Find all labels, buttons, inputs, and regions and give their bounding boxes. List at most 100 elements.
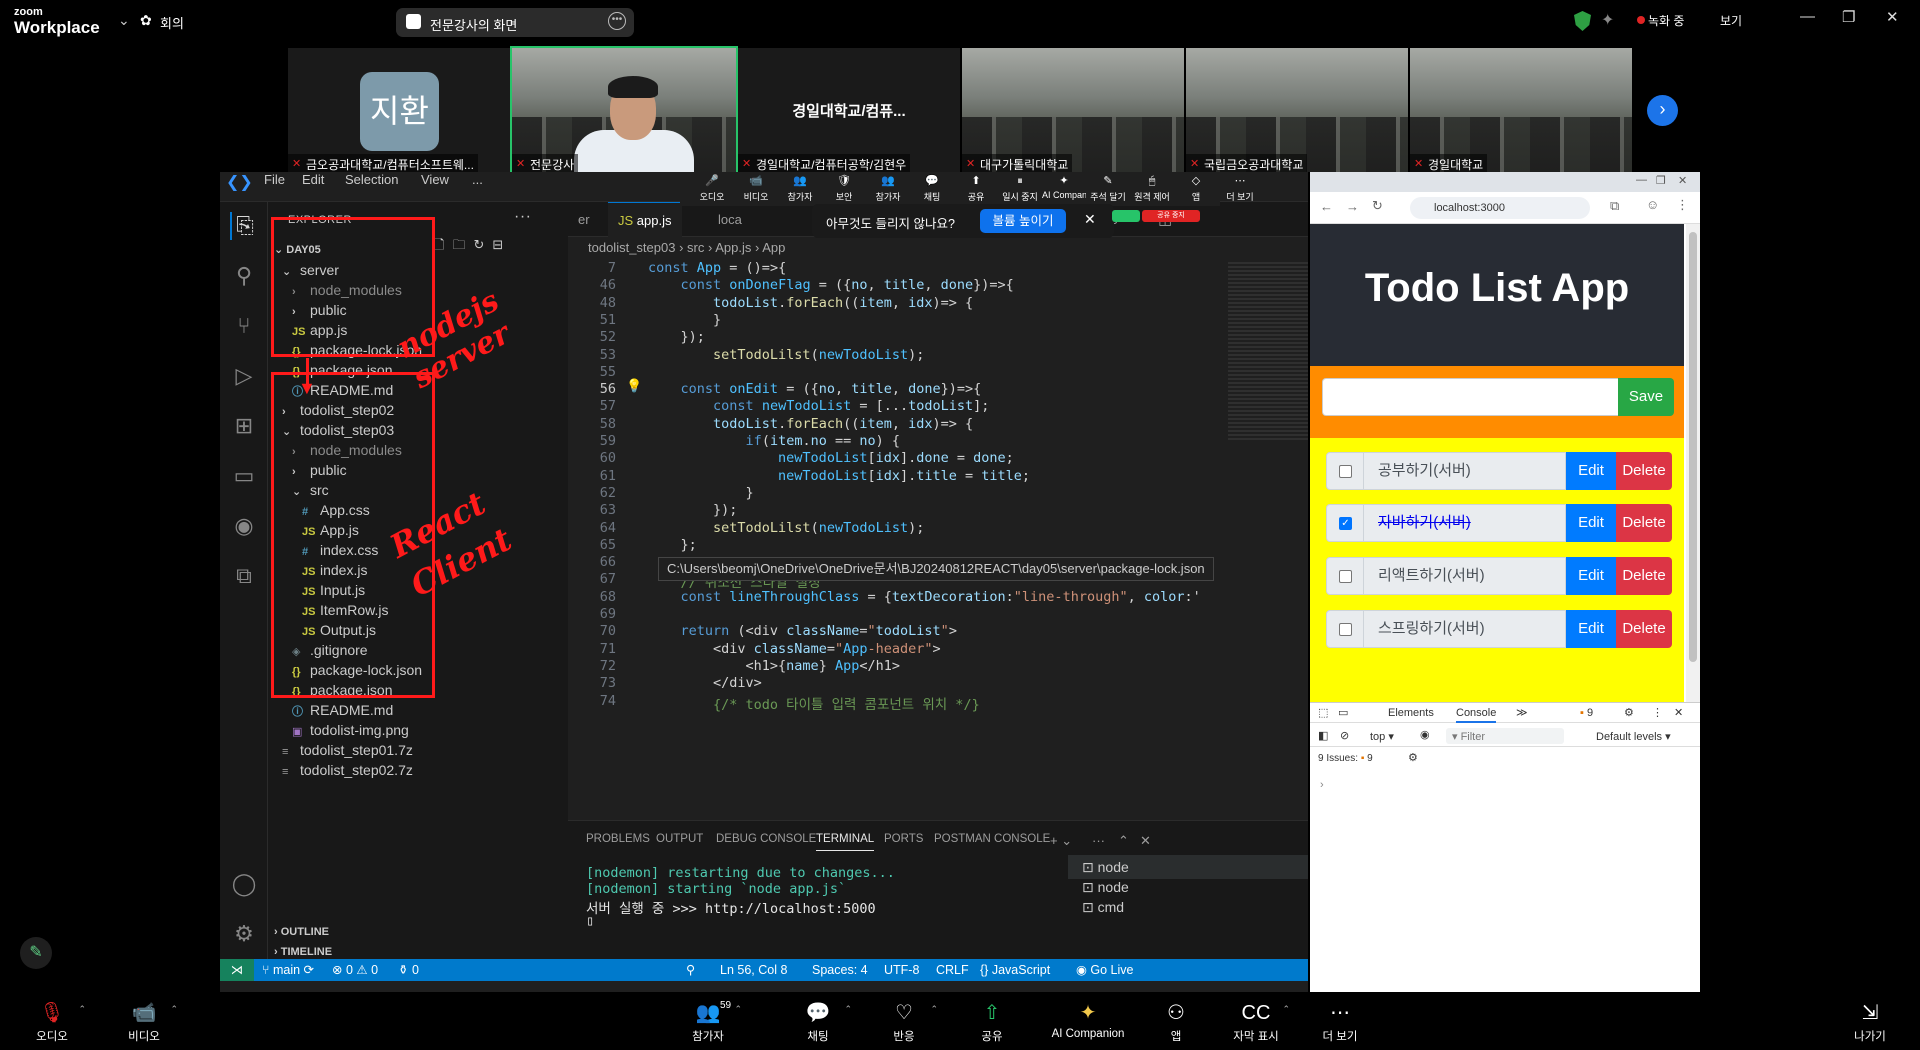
code-line[interactable]: setTodoLilst(newTodoList); <box>648 347 924 363</box>
more-tabs-icon[interactable]: ≫ <box>1516 706 1528 719</box>
address-bar[interactable]: localhost:3000 <box>1410 197 1590 219</box>
filter-input[interactable]: ▾ Filter <box>1446 728 1564 744</box>
scrollbar-thumb[interactable] <box>1689 232 1697 662</box>
restore-icon[interactable]: ❐ <box>1656 174 1666 187</box>
new-terminal-icon[interactable]: + ⌄ <box>1050 833 1072 849</box>
overlay-control[interactable]: ⏸ 일시 중지 <box>998 172 1042 203</box>
search-icon[interactable]: ⚲ <box>230 262 258 290</box>
overlay-control[interactable]: 💬 채팅 <box>910 172 954 203</box>
code-line[interactable]: setTodoLilst(newTodoList); <box>648 520 924 536</box>
delete-button[interactable]: Delete <box>1616 504 1672 542</box>
extensions-icon[interactable]: ⊞ <box>230 412 258 440</box>
menu-edit[interactable]: Edit <box>302 172 324 187</box>
view-button[interactable]: 보기 <box>1720 12 1742 29</box>
code-line[interactable]: newTodoList[idx].done = done; <box>648 450 1014 466</box>
code-line[interactable]: } <box>648 312 721 328</box>
language-mode[interactable]: {} JavaScript <box>980 959 1050 981</box>
todo-checkbox[interactable]: ✓ <box>1339 517 1352 530</box>
share-title-pill[interactable]: 전문강사의 화면 ••• <box>396 8 634 37</box>
code-line[interactable]: const App = ()=>{ <box>648 260 786 276</box>
code-line[interactable]: if(item.no == no) { <box>648 433 901 449</box>
remote-explorer-icon[interactable]: ▭ <box>230 462 258 490</box>
breadcrumb-item[interactable]: App <box>762 240 785 255</box>
go-live-button[interactable]: ◉ Go Live <box>1076 959 1133 981</box>
close-icon[interactable]: ✕ <box>1886 8 1899 26</box>
issues-summary[interactable]: 9 Issues: ▪ 9 <box>1318 753 1373 764</box>
todo-checkbox[interactable] <box>1339 570 1352 583</box>
indentation[interactable]: Spaces: 4 <box>812 959 868 981</box>
inspect-icon[interactable]: ⬚ <box>1318 706 1328 719</box>
tree-item[interactable]: ≡ todolist_step02.7z <box>282 758 413 782</box>
log-levels-select[interactable]: Default levels ▾ <box>1596 730 1671 743</box>
close-icon[interactable]: ✕ <box>1678 174 1687 187</box>
toolbar-button[interactable]: 💬 채팅 ⌃ <box>778 1002 858 1044</box>
ai-sparkle-icon[interactable]: ✦ <box>1601 10 1614 30</box>
chevron-up-icon[interactable]: ⌃ <box>78 1004 86 1015</box>
tab-console[interactable]: Console <box>1456 707 1497 723</box>
toolbar-button[interactable]: 👥 참가자 ⌃ 59 <box>668 1000 748 1044</box>
code-line[interactable]: const lineThroughClass = {textDecoration… <box>648 589 1201 605</box>
chevron-up-icon[interactable]: ⌃ <box>1282 1004 1290 1015</box>
participant-tile[interactable]: 경일대학교 ✕ <box>1410 48 1632 172</box>
edit-button[interactable]: Edit <box>1566 610 1616 648</box>
reload-icon[interactable]: ↻ <box>1372 198 1383 214</box>
edit-button[interactable]: Edit <box>1566 504 1616 542</box>
branch-status[interactable]: ⑂ main ⟳ <box>262 959 314 981</box>
todo-title[interactable]: 스프링하기(서버) <box>1364 610 1566 648</box>
panel-tab[interactable]: POSTMAN CONSOLE <box>934 833 1050 845</box>
security-shield-icon[interactable] <box>1574 11 1591 31</box>
zoom-search-icon[interactable]: ⚲ <box>686 959 695 981</box>
sidebar-toggle-icon[interactable]: ◧ <box>1318 729 1328 742</box>
code-line[interactable]: const onDoneFlag = ({no, title, done})=>… <box>648 277 1014 293</box>
code-line[interactable]: } <box>648 485 754 501</box>
annotate-pencil-icon[interactable]: ✎ <box>20 937 52 969</box>
tab-app-js[interactable]: JS app.js <box>608 202 682 237</box>
overlay-control[interactable]: 👥 참가자 <box>866 172 910 203</box>
toolbar-button[interactable]: 📹 비디오 ⌃ <box>104 1002 184 1044</box>
eol[interactable]: CRLF <box>936 959 969 981</box>
overlay-control[interactable]: ✎ 주석 달기 <box>1086 172 1130 203</box>
ports-status[interactable]: ⚱ 0 <box>398 959 419 981</box>
more-icon[interactable]: ··· <box>514 208 531 226</box>
share-status[interactable]: 공유 중지 <box>1108 210 1204 222</box>
save-button[interactable]: Save <box>1618 378 1674 416</box>
panel-tab[interactable]: PROBLEMS <box>586 833 650 845</box>
meeting-label[interactable]: 회의 <box>160 13 184 32</box>
overlay-control[interactable]: ⬆ 공유 <box>954 172 998 203</box>
explorer-icon[interactable]: ⎘ <box>230 212 258 240</box>
code-line[interactable]: const onEdit = ({no, title, done})=>{ <box>648 381 982 397</box>
code-line[interactable]: }); <box>648 329 705 345</box>
minimap[interactable] <box>1228 262 1308 442</box>
context-select[interactable]: top ▾ <box>1370 730 1394 743</box>
code-line[interactable]: todoList.forEach((item, idx)=> { <box>648 295 973 311</box>
chevron-up-icon[interactable]: ⌃ <box>734 1004 742 1015</box>
participant-tile[interactable]: 대구가톨릭대학교 ✕ <box>962 48 1184 172</box>
menu-icon[interactable]: ⋮ <box>1652 706 1663 719</box>
minimize-icon[interactable]: — <box>1800 8 1815 25</box>
menu-file[interactable]: File <box>264 172 285 187</box>
extensions-icon[interactable]: ⧉ <box>1610 198 1619 214</box>
menu-icon[interactable]: ⋮ <box>1676 197 1689 213</box>
minimize-icon[interactable]: — <box>1636 174 1647 186</box>
tab-elements[interactable]: Elements <box>1388 707 1434 719</box>
database-icon[interactable]: ⧉ <box>230 562 258 590</box>
device-icon[interactable]: ▭ <box>1338 706 1348 719</box>
gear-icon[interactable]: ⚙ <box>1624 706 1634 719</box>
panel-tab[interactable]: DEBUG CONSOLE <box>716 833 816 845</box>
breadcrumb-item[interactable]: todolist_step03 <box>588 240 675 255</box>
menu-view[interactable]: View <box>421 172 449 187</box>
eye-icon[interactable]: ◉ <box>1420 728 1430 741</box>
toolbar-button[interactable]: ⋯ 더 보기 <box>1300 1002 1380 1044</box>
gear-icon[interactable]: ⚙ <box>1408 751 1418 764</box>
gear-icon[interactable]: ⚙ <box>230 920 258 948</box>
more-icon[interactable]: ··· <box>1092 833 1105 848</box>
terminal-instance[interactable]: ⊡ cmd <box>1068 895 1308 919</box>
toolbar-button[interactable]: CC 자막 표시 ⌃ <box>1216 1002 1296 1044</box>
maximize-panel-icon[interactable]: ⌃ <box>1118 833 1129 849</box>
lightbulb-icon[interactable]: 💡 <box>626 379 642 394</box>
chevron-up-icon[interactable]: ⌃ <box>170 1004 178 1015</box>
toolbar-button[interactable]: ⇧ 공유 <box>952 1002 1032 1044</box>
todo-title[interactable]: 자바하기(서버) <box>1364 504 1566 542</box>
volume-up-button[interactable]: 볼륨 높이기 <box>980 209 1066 233</box>
forward-icon[interactable]: → <box>1346 199 1359 214</box>
